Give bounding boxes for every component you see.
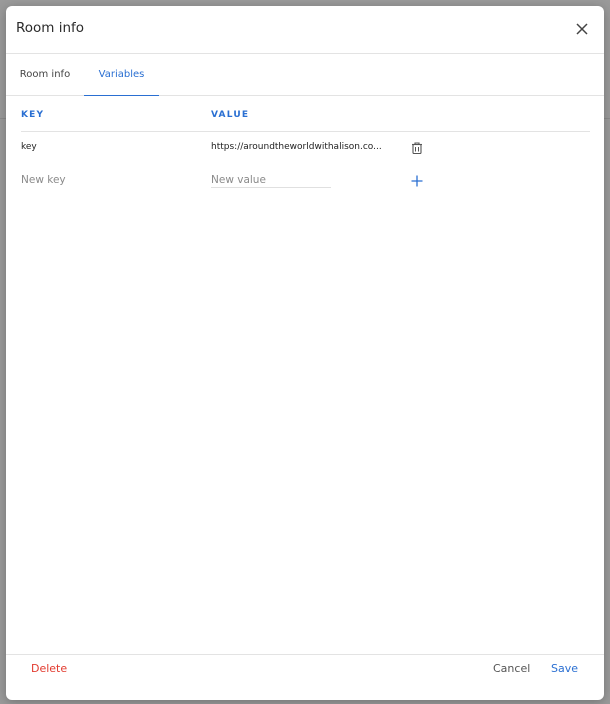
column-header-value: VALUE xyxy=(211,110,250,120)
room-info-dialog: Room info Room info Variables KEY VALUE … xyxy=(6,6,604,700)
tab-room-info[interactable]: Room info xyxy=(6,54,84,96)
dialog-title: Room info xyxy=(16,20,85,36)
delete-button[interactable]: Delete xyxy=(31,662,67,675)
cancel-button[interactable]: Cancel xyxy=(493,662,530,675)
column-header-key: KEY xyxy=(21,110,45,120)
delete-variable-button[interactable] xyxy=(410,140,424,155)
save-button[interactable]: Save xyxy=(551,662,578,675)
tab-variables[interactable]: Variables xyxy=(84,54,159,96)
tab-bar: Room info Variables xyxy=(6,54,604,96)
dialog-header: Room info xyxy=(6,6,604,54)
variable-value: https://aroundtheworldwithalison.co... xyxy=(211,142,382,152)
variable-key: key xyxy=(21,142,37,152)
add-variable-button[interactable] xyxy=(410,173,424,187)
close-icon xyxy=(576,23,588,35)
new-variable-row xyxy=(21,167,590,197)
new-key-input[interactable] xyxy=(21,174,181,186)
variables-table-header: KEY VALUE xyxy=(21,108,590,132)
table-row: key https://aroundtheworldwithalison.co.… xyxy=(21,134,590,164)
new-value-input[interactable] xyxy=(211,174,331,188)
dialog-footer: Delete Cancel Save xyxy=(6,654,604,700)
plus-icon xyxy=(411,175,423,187)
close-button[interactable] xyxy=(574,21,590,37)
trash-icon xyxy=(412,142,422,155)
